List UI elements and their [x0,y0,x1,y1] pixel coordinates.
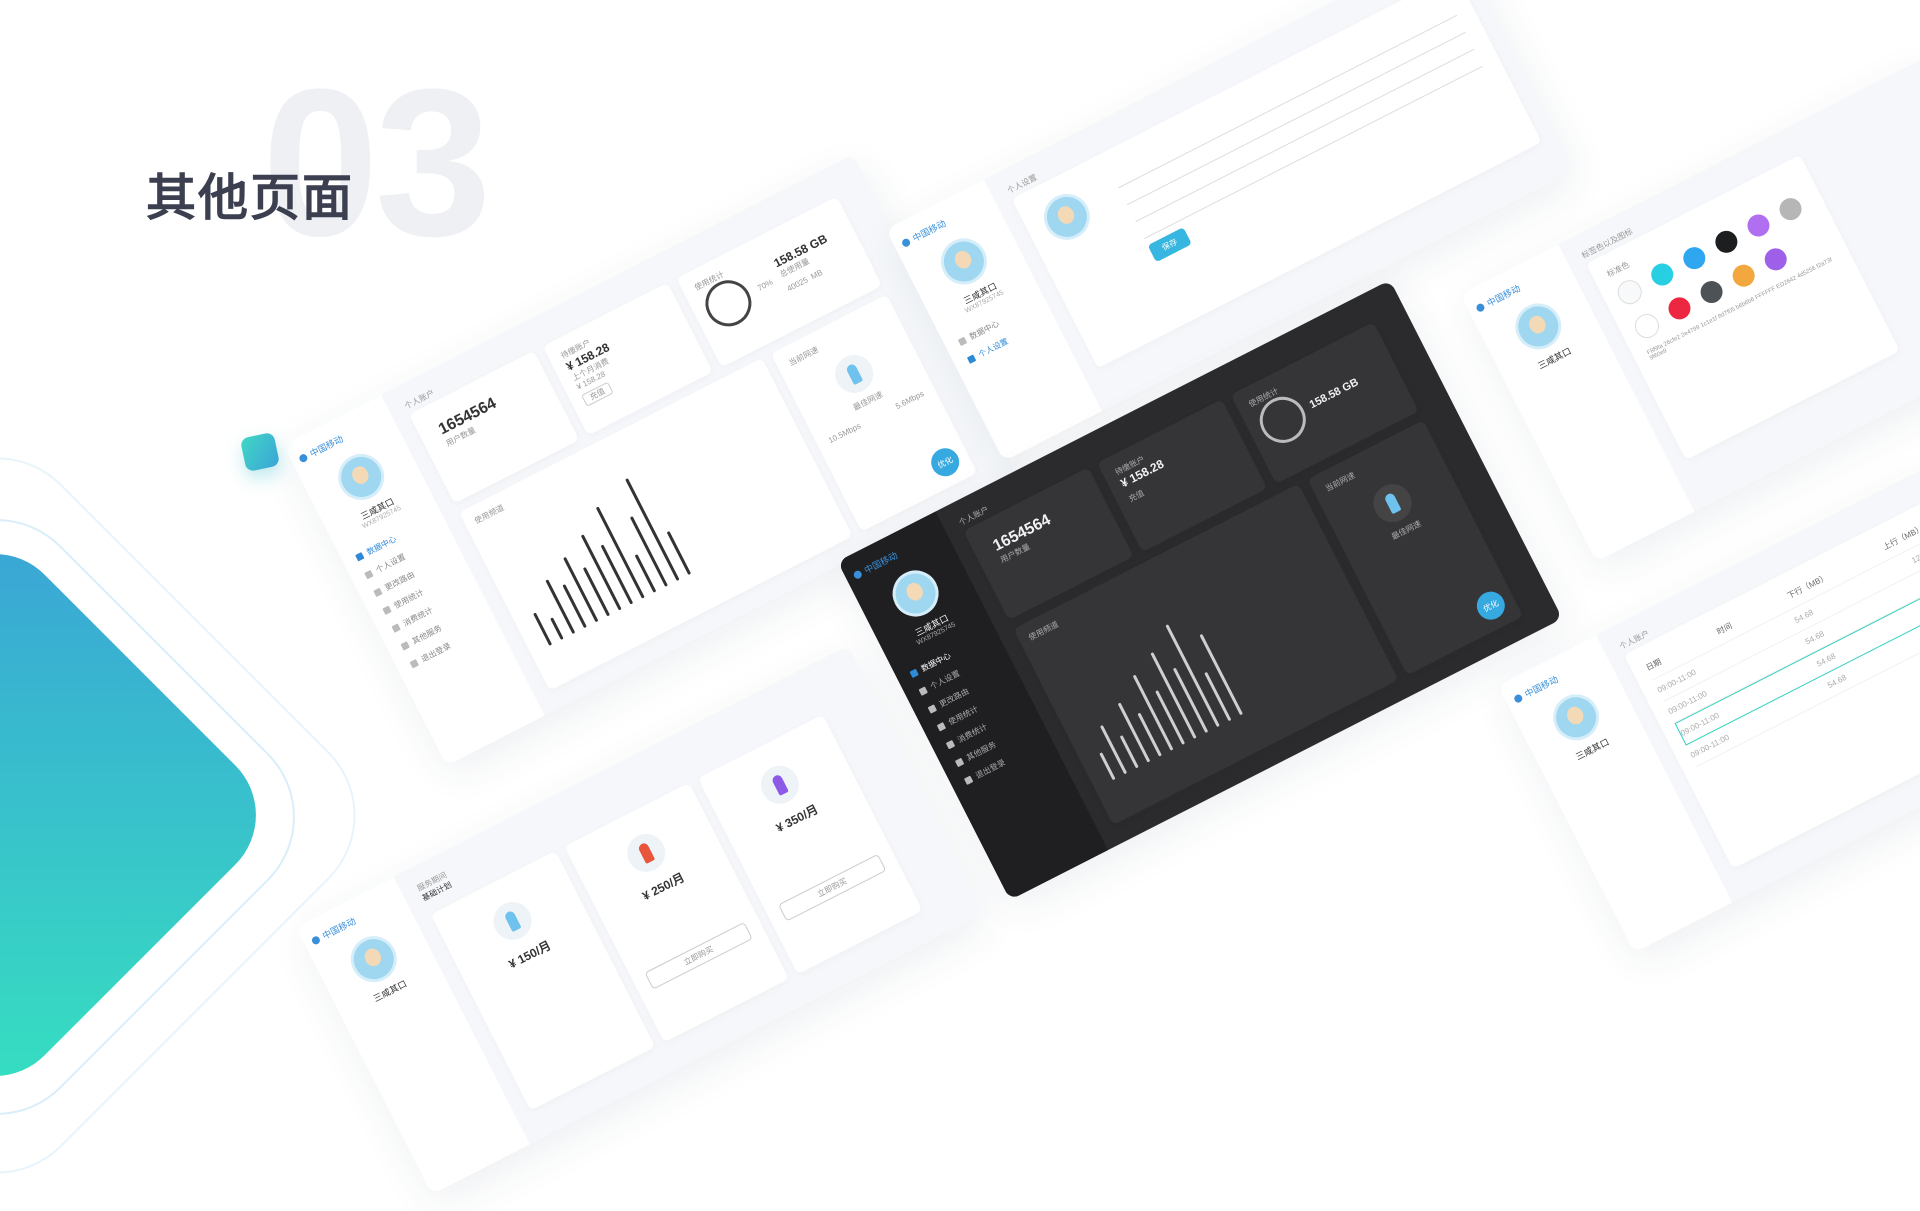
files-value: 40025 [785,274,810,294]
mockup-records: 中国移动 三咸其口 个人账户 日期 时间 下行（MB） 上行（MB） 09:00-11… [1498,467,1920,953]
logout-icon [963,775,974,785]
bar [600,544,634,605]
optimize-button[interactable]: 优化 [1471,586,1510,625]
color-swatch [1743,210,1774,241]
chart-icon [957,336,968,347]
logo-icon [900,236,912,248]
bar [1099,724,1128,775]
logo-icon [310,934,322,946]
rocket-icon [754,759,806,811]
storage-value: 158.58 GB [1307,376,1361,412]
buy-button[interactable]: 立即购买 [644,921,753,990]
list-icon [382,605,392,615]
color-swatch [1775,194,1806,224]
plan-price: ¥ 150/月 [506,938,554,972]
bar [1117,702,1151,763]
bar [545,579,576,635]
unit: MB [809,267,824,281]
color-swatch [1728,260,1759,291]
user-icon [364,569,374,580]
bar [1099,752,1116,781]
color-swatch [1647,259,1678,290]
page-title: 其他页面 [146,170,354,226]
chart-icon [909,668,919,679]
plan-price: ¥ 250/月 [640,870,687,904]
pay-button[interactable]: 充值 [1127,488,1145,503]
bar [582,566,611,617]
user-icon [918,686,928,696]
logo-icon [1512,692,1524,704]
bar [625,478,680,581]
send-icon [927,704,938,714]
rocket-icon [620,827,672,879]
plan-price: ¥ 350/月 [773,802,821,836]
buy-button[interactable]: 立即购买 [778,853,887,922]
bar [533,612,553,646]
color-swatch [1679,243,1710,273]
list-icon [945,739,956,750]
bar [550,617,564,641]
color-swatch [1711,227,1742,257]
send-icon [373,587,383,598]
speed-up: 5.6Mbps [894,389,926,412]
grid-icon [954,757,965,768]
grid-icon [400,641,410,651]
color-swatch [1613,276,1646,309]
logout-icon [409,659,420,669]
color-swatch [1760,244,1791,275]
rocket-icon [486,895,539,947]
settings-avatar[interactable] [1035,185,1098,248]
color-swatch [1664,293,1695,324]
bar [1204,671,1232,722]
bar [1155,690,1186,745]
form-field[interactable] [1129,38,1475,223]
color-swatch [1630,309,1664,343]
user-icon [966,354,977,364]
bar [1165,624,1220,728]
list-icon [391,623,401,633]
optimize-button[interactable]: 优化 [926,443,965,482]
logo-icon [297,452,309,464]
chart-icon [355,552,365,562]
logo-icon [852,568,863,580]
color-swatch [1696,277,1727,307]
usage-ring-value: 70% [755,277,775,293]
list-icon [936,722,947,732]
mockup-pricing: 中国移动 三咸其口 服务期间 基础计划 ¥ 150/月 ¥ 250/月 立即购买… [295,645,985,1195]
decor-cube [239,431,281,473]
logo-icon [1474,301,1486,313]
